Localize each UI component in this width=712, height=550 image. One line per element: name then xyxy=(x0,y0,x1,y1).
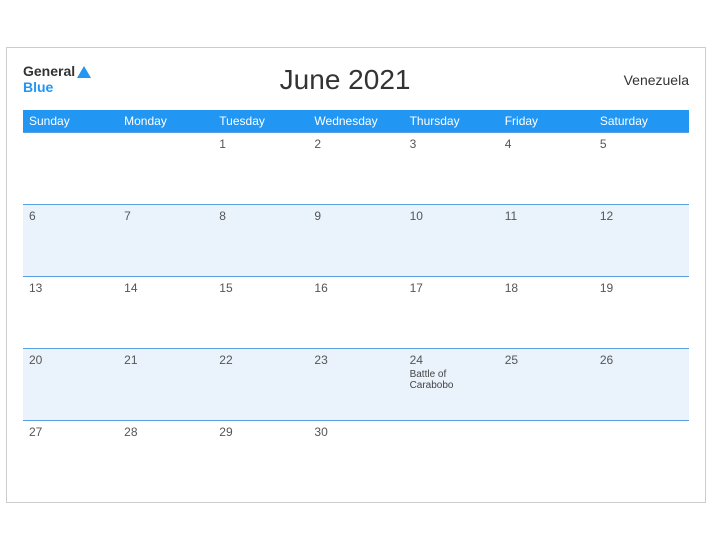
weekday-thursday: Thursday xyxy=(404,110,499,133)
weekday-monday: Monday xyxy=(118,110,213,133)
calendar-cell: 25 xyxy=(499,348,594,420)
calendar-cell: 7 xyxy=(118,204,213,276)
day-number: 6 xyxy=(29,209,112,223)
day-number: 15 xyxy=(219,281,302,295)
calendar-week-row: 6789 10 11 12 xyxy=(23,204,689,276)
calendar-cell: 8 xyxy=(213,204,308,276)
day-number: 27 xyxy=(29,425,112,439)
weekday-saturday: Saturday xyxy=(594,110,689,133)
calendar-cell xyxy=(594,420,689,492)
calendar-container: General Blue June 2021 Venezuela Sunday … xyxy=(6,47,706,504)
day-number: 19 xyxy=(600,281,683,295)
day-number: 22 xyxy=(219,353,302,367)
calendar-cell: 27 xyxy=(23,420,118,492)
day-number: 9 xyxy=(314,209,397,223)
day-number: 28 xyxy=(124,425,207,439)
calendar-cell: 24 Battle of Carabobo xyxy=(404,348,499,420)
day-number: 18 xyxy=(505,281,588,295)
calendar-cell xyxy=(23,132,118,204)
day-number: 21 xyxy=(124,353,207,367)
day-number: 24 xyxy=(410,353,493,367)
calendar-cell: 21 xyxy=(118,348,213,420)
calendar-cell xyxy=(118,132,213,204)
calendar-cell: 11 xyxy=(499,204,594,276)
weekday-friday: Friday xyxy=(499,110,594,133)
calendar-cell: 15 xyxy=(213,276,308,348)
calendar-cell: 18 xyxy=(499,276,594,348)
day-number: 26 xyxy=(600,353,683,367)
calendar-cell: 4 xyxy=(499,132,594,204)
country-label: Venezuela xyxy=(599,72,689,88)
day-number: 13 xyxy=(29,281,112,295)
calendar-week-row: 27 28 29 30 xyxy=(23,420,689,492)
day-number: 7 xyxy=(124,209,207,223)
day-number: 10 xyxy=(410,209,493,223)
calendar-cell: 22 xyxy=(213,348,308,420)
day-number: 8 xyxy=(219,209,302,223)
calendar-cell: 29 xyxy=(213,420,308,492)
calendar-cell: 23 xyxy=(308,348,403,420)
day-number: 5 xyxy=(600,137,683,151)
calendar-cell: 9 xyxy=(308,204,403,276)
logo-triangle-icon xyxy=(77,66,91,78)
day-number: 12 xyxy=(600,209,683,223)
calendar-cell: 10 xyxy=(404,204,499,276)
day-number: 2 xyxy=(314,137,397,151)
weekday-header-row: Sunday Monday Tuesday Wednesday Thursday… xyxy=(23,110,689,133)
day-number: 11 xyxy=(505,209,588,223)
day-number: 23 xyxy=(314,353,397,367)
calendar-cell: 6 xyxy=(23,204,118,276)
calendar-cell: 17 xyxy=(404,276,499,348)
calendar-week-row: 20 21 22 23 24 Battle of Carabobo 25 26 xyxy=(23,348,689,420)
day-number: 1 xyxy=(219,137,302,151)
weekday-wednesday: Wednesday xyxy=(308,110,403,133)
calendar-cell: 20 xyxy=(23,348,118,420)
calendar-cell: 14 xyxy=(118,276,213,348)
day-number: 25 xyxy=(505,353,588,367)
day-number: 4 xyxy=(505,137,588,151)
day-number: 30 xyxy=(314,425,397,439)
calendar-cell: 2 xyxy=(308,132,403,204)
logo-general-text: General xyxy=(23,64,75,79)
day-number: 17 xyxy=(410,281,493,295)
calendar-cell: 1 xyxy=(213,132,308,204)
calendar-week-row: 12345 xyxy=(23,132,689,204)
calendar-cell: 26 xyxy=(594,348,689,420)
calendar-cell: 28 xyxy=(118,420,213,492)
logo: General Blue xyxy=(23,64,91,95)
day-number: 16 xyxy=(314,281,397,295)
day-number: 20 xyxy=(29,353,112,367)
calendar-title: June 2021 xyxy=(280,64,411,96)
weekday-sunday: Sunday xyxy=(23,110,118,133)
calendar-table: Sunday Monday Tuesday Wednesday Thursday… xyxy=(23,110,689,493)
day-number: 14 xyxy=(124,281,207,295)
day-number: 3 xyxy=(410,137,493,151)
calendar-cell: 16 xyxy=(308,276,403,348)
logo-blue-text: Blue xyxy=(23,80,91,95)
calendar-week-row: 13 14 15 16 17 18 19 xyxy=(23,276,689,348)
event-label: Battle of Carabobo xyxy=(410,369,493,391)
calendar-cell xyxy=(499,420,594,492)
calendar-cell: 13 xyxy=(23,276,118,348)
calendar-cell: 3 xyxy=(404,132,499,204)
calendar-cell: 30 xyxy=(308,420,403,492)
day-number: 29 xyxy=(219,425,302,439)
calendar-cell: 12 xyxy=(594,204,689,276)
weekday-tuesday: Tuesday xyxy=(213,110,308,133)
calendar-cell xyxy=(404,420,499,492)
calendar-cell: 5 xyxy=(594,132,689,204)
calendar-cell: 19 xyxy=(594,276,689,348)
calendar-header: General Blue June 2021 Venezuela xyxy=(23,64,689,96)
